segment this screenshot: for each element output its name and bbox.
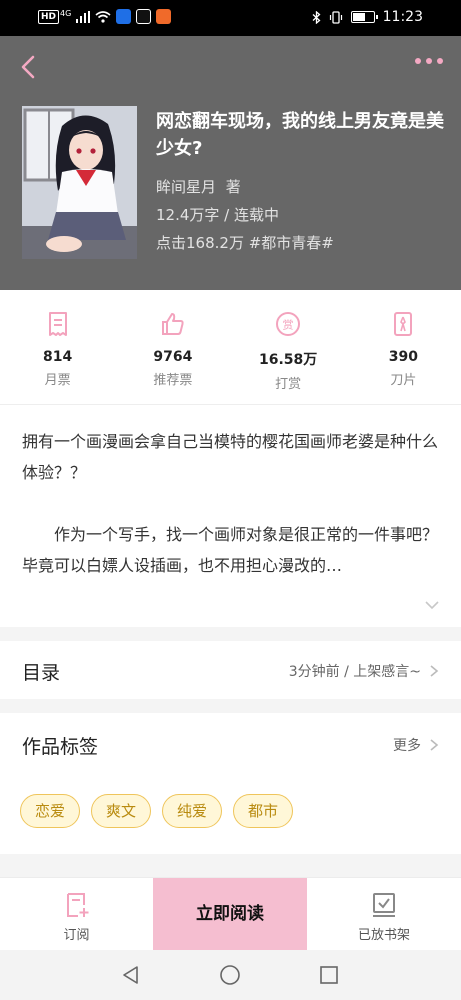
more-options-button[interactable] xyxy=(415,58,443,64)
word-count-status: 12.4万字 / 连载中 xyxy=(156,206,279,224)
status-time: 11:23 xyxy=(382,9,423,25)
more-dot-icon xyxy=(415,58,421,64)
stat-reward[interactable]: 赏 16.58万 打赏 xyxy=(231,300,346,400)
app-notification-icon-1 xyxy=(116,9,132,24)
reward-coin-icon: 赏 xyxy=(276,312,301,336)
author-suffix: 著 xyxy=(225,178,241,196)
stat-value: 9764 xyxy=(153,349,193,365)
synopsis-paragraph: 作为一个写手，找一个画师对象是很正常的一件事吧？毕竟可以白嫖人设插画，也不用担心… xyxy=(22,525,439,575)
tag-list: 恋爱 爽文 纯爱 都市 xyxy=(20,794,294,828)
stat-label: 刀片 xyxy=(390,373,417,388)
read-now-button[interactable]: 立即阅读 xyxy=(153,878,307,951)
status-left-indicators: HD 4G xyxy=(38,9,172,24)
stat-label: 月票 xyxy=(44,373,71,388)
book-cover[interactable] xyxy=(22,106,137,259)
section-gap xyxy=(0,854,461,877)
tiktok-notification-icon xyxy=(136,9,152,24)
catalog-latest: 3分钟前 / 上架感言~ xyxy=(289,661,439,681)
nav-home-icon[interactable] xyxy=(219,964,241,986)
bookshelf-label: 已放书架 xyxy=(357,928,410,943)
more-dot-icon xyxy=(437,58,443,64)
tag-chip[interactable]: 爽文 xyxy=(91,794,152,828)
svg-text:赏: 赏 xyxy=(283,319,294,332)
nav-back-icon[interactable] xyxy=(120,964,142,986)
bookshelf-button[interactable]: 已放书架 xyxy=(307,878,461,951)
stat-value: 390 xyxy=(388,349,418,365)
tags-header-row[interactable]: 作品标签 更多 xyxy=(0,713,461,775)
status-bar: HD 4G 11:23 xyxy=(0,0,461,36)
stat-label: 打赏 xyxy=(275,377,302,392)
stat-monthly-ticket[interactable]: 814 月票 xyxy=(0,300,115,400)
battery-icon xyxy=(350,11,378,23)
author-line[interactable]: 眸间星月 著 xyxy=(156,176,241,197)
chevron-right-icon xyxy=(430,739,439,751)
status-right-indicators: 11:23 xyxy=(312,9,423,25)
back-button[interactable] xyxy=(14,52,44,82)
stat-value: 814 xyxy=(43,349,73,365)
stat-label: 推荐票 xyxy=(153,373,193,388)
book-header: 网恋翻车现场，我的线上男友竟是美少女? 眸间星月 著 12.4万字 / 连载中 … xyxy=(0,36,461,290)
book-title: 网恋翻车现场，我的线上男友竟是美少女? xyxy=(156,111,444,159)
app-notification-icon-3 xyxy=(156,9,172,24)
stat-value: 16.58万 xyxy=(258,352,318,368)
bookshelf-added-icon xyxy=(373,893,395,917)
catalog-latest-chapter: 3分钟前 / 上架感言~ xyxy=(288,664,421,680)
chevron-right-icon xyxy=(430,665,439,677)
book-synopsis[interactable]: 拥有一个画漫画会拿自己当模特的樱花国画师老婆是种什么体验？？ 作为一个写手，找一… xyxy=(22,426,442,612)
synopsis-paragraph: 拥有一个画漫画会拿自己当模特的樱花国画师老婆是种什么体验？？ xyxy=(22,432,439,482)
tag-chip[interactable]: 恋爱 xyxy=(20,794,81,828)
nav-recents-icon[interactable] xyxy=(318,964,340,986)
subscribe-label: 订阅 xyxy=(63,928,90,943)
system-nav-bar xyxy=(0,950,461,1000)
expand-synopsis-chevron-icon[interactable] xyxy=(424,598,440,612)
signal-icon xyxy=(76,10,91,23)
bottom-action-bar: 订阅 立即阅读 已放书架 xyxy=(0,877,461,951)
tag-chip[interactable]: 纯爱 xyxy=(162,794,223,828)
chevron-left-icon xyxy=(21,55,35,79)
stat-recommend-ticket[interactable]: 9764 推荐票 xyxy=(115,300,230,400)
bluetooth-icon xyxy=(312,10,321,24)
wifi-icon xyxy=(95,10,111,23)
book-cover-illustration xyxy=(22,106,137,259)
click-count-and-genre: 点击168.2万 #都市青春# xyxy=(156,234,334,252)
section-gap xyxy=(0,627,461,641)
stats-row: 814 月票 9764 推荐票 赏 16.58万 打赏 390 刀片 xyxy=(0,300,461,400)
vibrate-icon xyxy=(329,10,342,24)
subscribe-button[interactable]: 订阅 xyxy=(0,878,153,951)
blade-card-icon xyxy=(394,312,413,336)
hd-indicator: HD xyxy=(38,9,60,24)
catalog-row[interactable]: 目录 3分钟前 / 上架感言~ xyxy=(0,641,461,699)
catalog-title: 目录 xyxy=(22,662,61,684)
tags-section-title: 作品标签 xyxy=(22,736,99,758)
ticket-icon xyxy=(48,312,67,336)
author-name[interactable]: 眸间星月 xyxy=(156,178,216,196)
subscribe-icon xyxy=(66,893,88,917)
divider xyxy=(0,404,461,405)
tags-more-link[interactable]: 更多 xyxy=(393,735,439,755)
thumbs-up-icon xyxy=(161,313,184,335)
section-gap xyxy=(0,699,461,713)
tags-more-label: 更多 xyxy=(393,738,421,754)
network-type-label: 4G xyxy=(60,9,72,18)
more-dot-icon xyxy=(426,58,432,64)
tag-chip[interactable]: 都市 xyxy=(233,794,294,828)
stat-blade[interactable]: 390 刀片 xyxy=(346,300,461,400)
